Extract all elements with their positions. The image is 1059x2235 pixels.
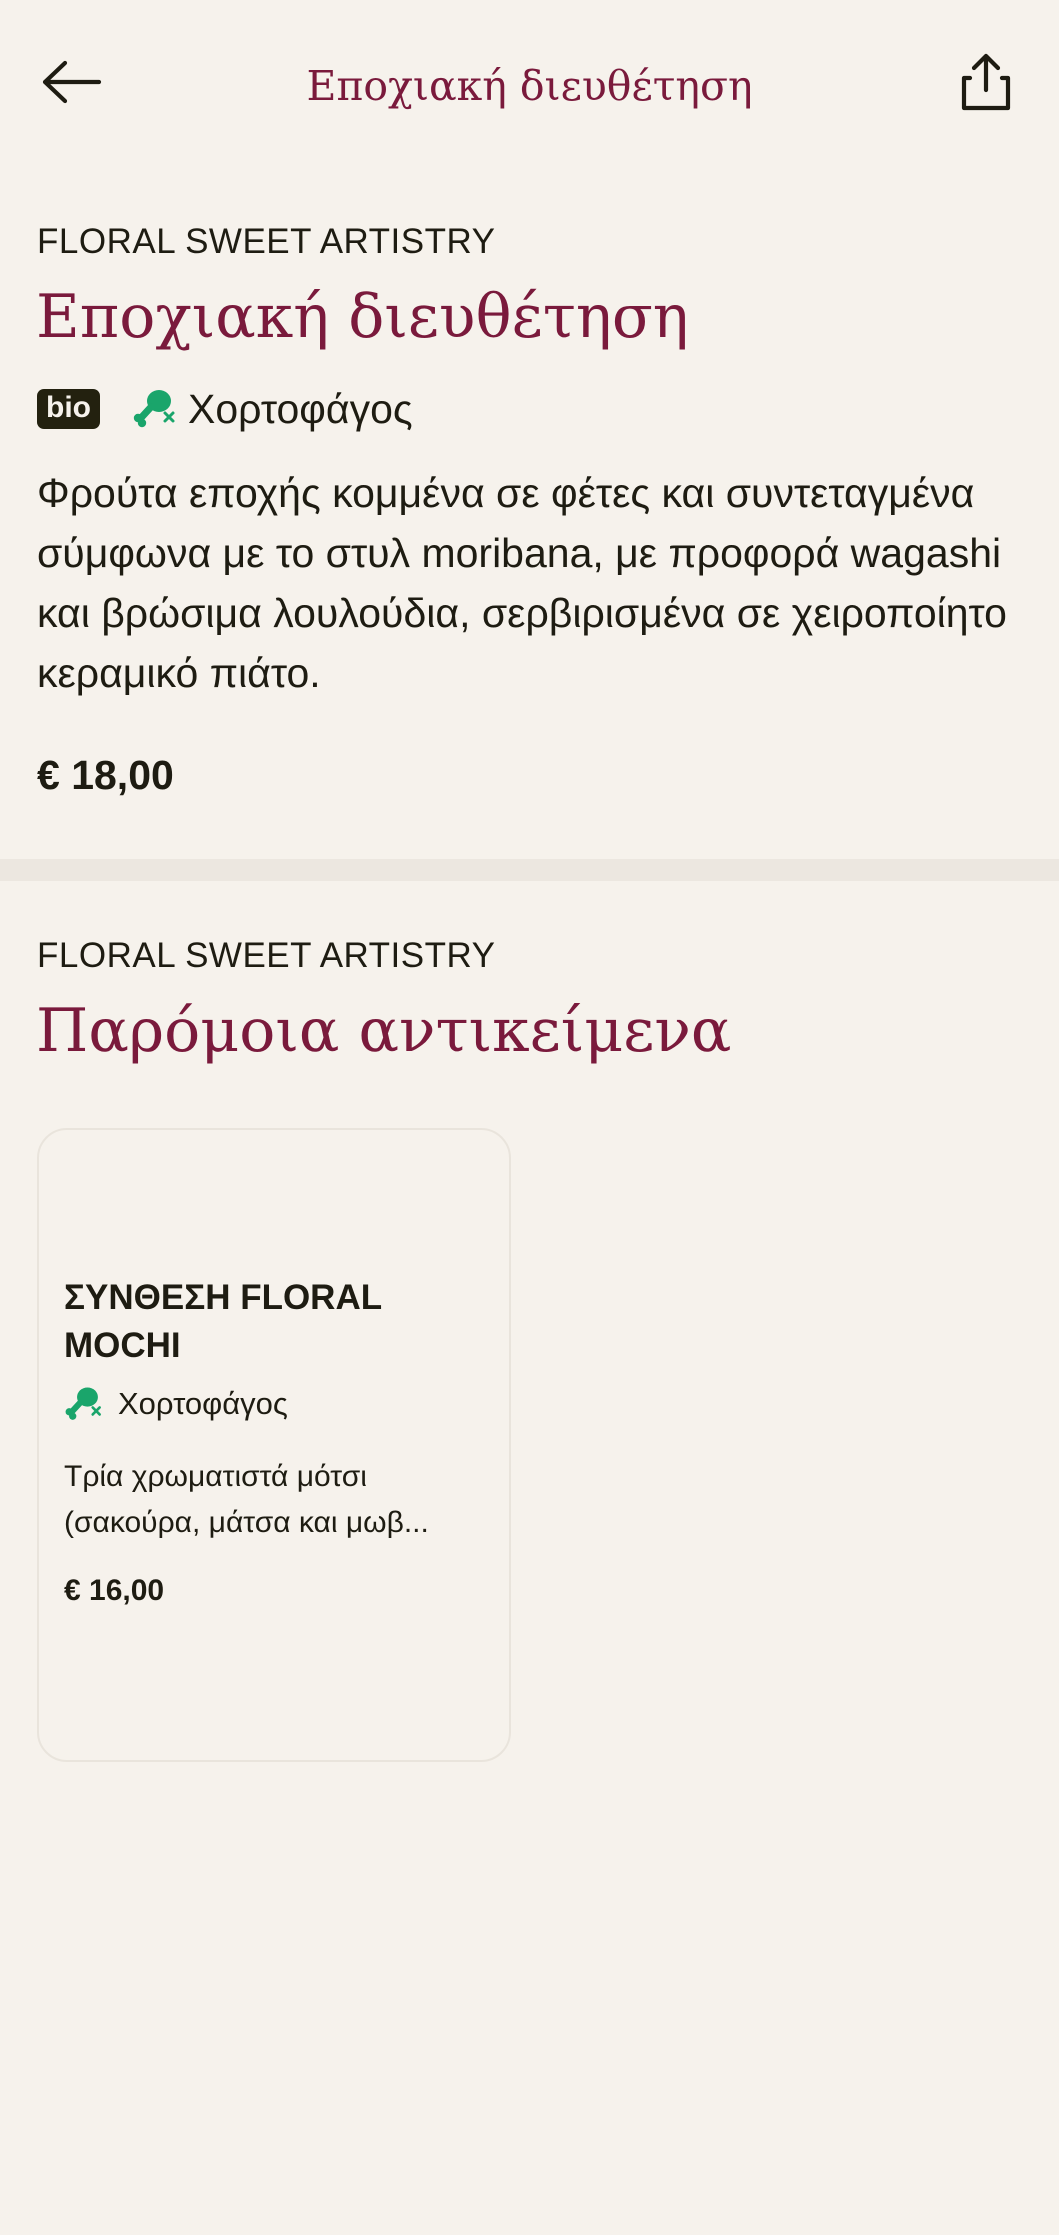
product-name: Εποχιακή διευθέτηση [36,282,689,352]
card-diet-label: Χορτοφάγος [118,1386,288,1421]
vegetarian-icon [132,386,178,432]
product-tags: bio Χορτοφάγος [37,384,413,434]
product-price: € 18,00 [37,752,174,798]
product-brand: FLORAL SWEET ARTISTRY [37,222,496,261]
vegetarian-icon [64,1384,104,1424]
bio-badge: bio [37,389,100,429]
card-description-line-1: Τρία χρωματιστά μότσι [64,1460,367,1493]
similar-brand: FLORAL SWEET ARTISTRY [37,936,496,975]
card-tags: Χορτοφάγος [64,1384,288,1424]
similar-item-card[interactable]: ΣΥΝΘΕΣΗ FLORAL MOCHI Χορτοφάγος Τρία χρω… [37,1128,511,1762]
similar-heading: Παρόμοια αντικείμενα [36,996,732,1066]
card-price: € 16,00 [64,1574,165,1607]
diet-label: Χορτοφάγος [188,385,413,432]
card-description-line-2: (σακούρα, μάτσα και μωβ... [64,1506,429,1539]
product-section: FLORAL SWEET ARTISTRY Εποχιακή διευθέτησ… [0,0,1059,859]
section-divider [0,859,1059,881]
card-description: Τρία χρωματιστά μότσι (σακούρα, μάτσα κα… [64,1454,484,1546]
card-title: ΣΥΝΘΕΣΗ FLORAL MOCHI [64,1278,382,1365]
product-description: Φρούτα εποχής κομμένα σε φέτες και συντε… [37,470,1007,696]
